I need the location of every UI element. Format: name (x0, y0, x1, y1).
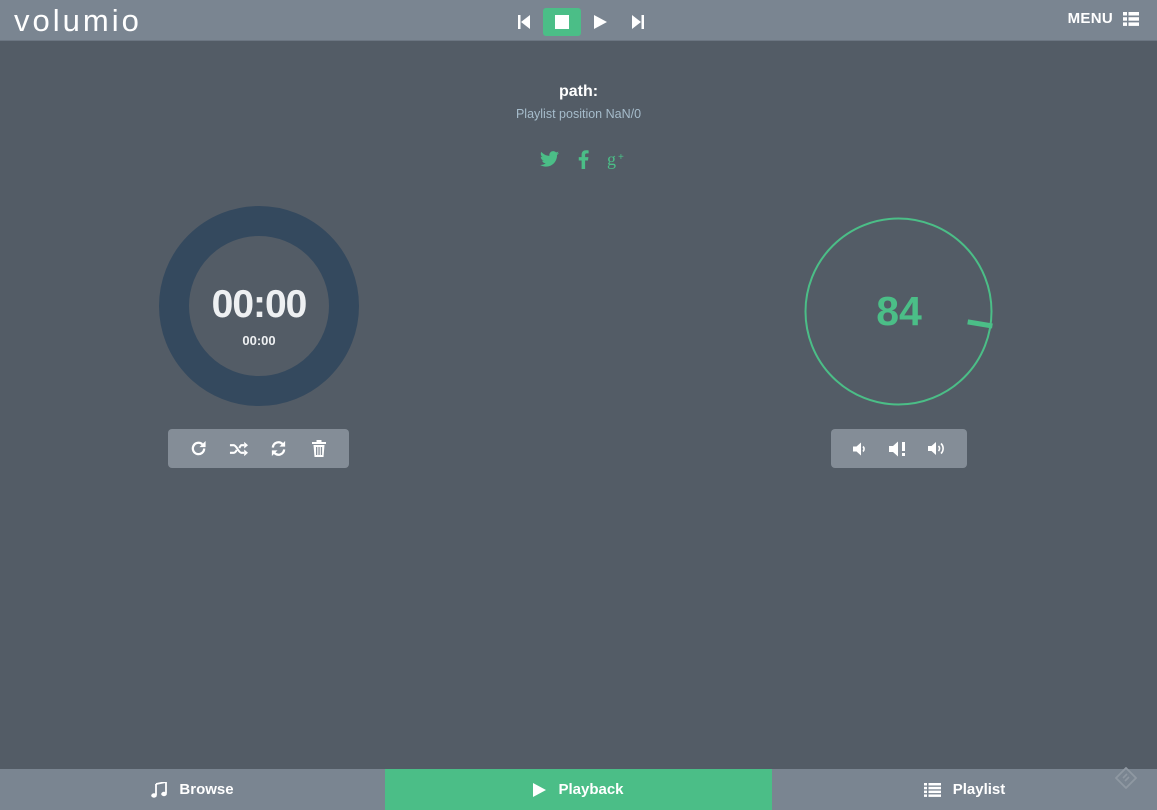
elapsed-time: 00:00 (211, 283, 308, 326)
repeat-icon (191, 440, 206, 456)
volume-down-icon (853, 442, 866, 455)
volume-knob[interactable]: 84 (803, 216, 994, 407)
skip-forward-icon (632, 15, 644, 29)
social-share: g + (538, 148, 628, 170)
twitter-share-button[interactable] (538, 148, 560, 170)
volume-up-icon (928, 442, 945, 455)
volume-up-button[interactable] (923, 434, 953, 464)
refresh-button[interactable] (264, 434, 294, 464)
music-note-icon (151, 781, 168, 798)
volumio-logo[interactable]: volumio (14, 4, 186, 36)
bottom-nav: Browse Playback Playlist (0, 769, 1157, 810)
track-path: path: (558, 83, 599, 100)
refresh-icon (271, 440, 286, 457)
mute-icon (888, 441, 905, 456)
shuffle-button[interactable] (223, 434, 253, 464)
list-menu-icon (1123, 11, 1139, 26)
facebook-share-button[interactable] (572, 148, 594, 170)
list-icon (923, 782, 941, 797)
stop-button[interactable] (543, 8, 581, 36)
previous-button[interactable] (505, 8, 543, 36)
tab-playlist-label: Playlist (952, 781, 1006, 798)
transport-controls (505, 8, 657, 36)
menu-button[interactable]: MENU (1068, 10, 1139, 27)
next-button[interactable] (619, 8, 657, 36)
playlist-position: Playlist position NaN/0 (515, 107, 642, 121)
play-icon (594, 15, 607, 29)
google-plus-icon: g + (607, 149, 624, 169)
svg-text:+: + (618, 152, 624, 163)
tab-playback[interactable]: Playback (385, 769, 772, 810)
total-time: 00:00 (242, 333, 276, 348)
volume-value: 84 (876, 288, 922, 334)
tab-browse[interactable]: Browse (0, 769, 385, 810)
volume-controls-bar (831, 429, 967, 468)
tab-playlist[interactable]: Playlist (772, 769, 1157, 810)
clear-playlist-button[interactable] (304, 434, 334, 464)
skip-back-icon (518, 15, 530, 29)
track-info: path: Playlist position NaN/0 (0, 83, 1157, 121)
shuffle-icon (229, 441, 248, 456)
repeat-button[interactable] (183, 434, 213, 464)
menu-label: MENU (1067, 10, 1113, 27)
play-icon (533, 782, 547, 797)
top-bar: volumio MENU (0, 0, 1157, 41)
tab-playback-label: Playback (558, 781, 624, 798)
tab-browse-label: Browse (179, 781, 234, 798)
resize-corner-icon (1115, 767, 1137, 789)
svg-text:volumio: volumio (14, 4, 142, 36)
stop-icon (555, 15, 569, 29)
time-knob[interactable]: 00:00 00:00 (158, 205, 360, 407)
svg-text:g: g (607, 149, 616, 169)
facebook-icon (578, 149, 589, 169)
volume-down-button[interactable] (845, 434, 875, 464)
google-plus-share-button[interactable]: g + (606, 148, 628, 170)
playback-options-bar (168, 429, 349, 468)
trash-icon (311, 440, 326, 457)
mute-button[interactable] (884, 434, 914, 464)
play-button[interactable] (581, 8, 619, 36)
twitter-icon (539, 151, 559, 167)
